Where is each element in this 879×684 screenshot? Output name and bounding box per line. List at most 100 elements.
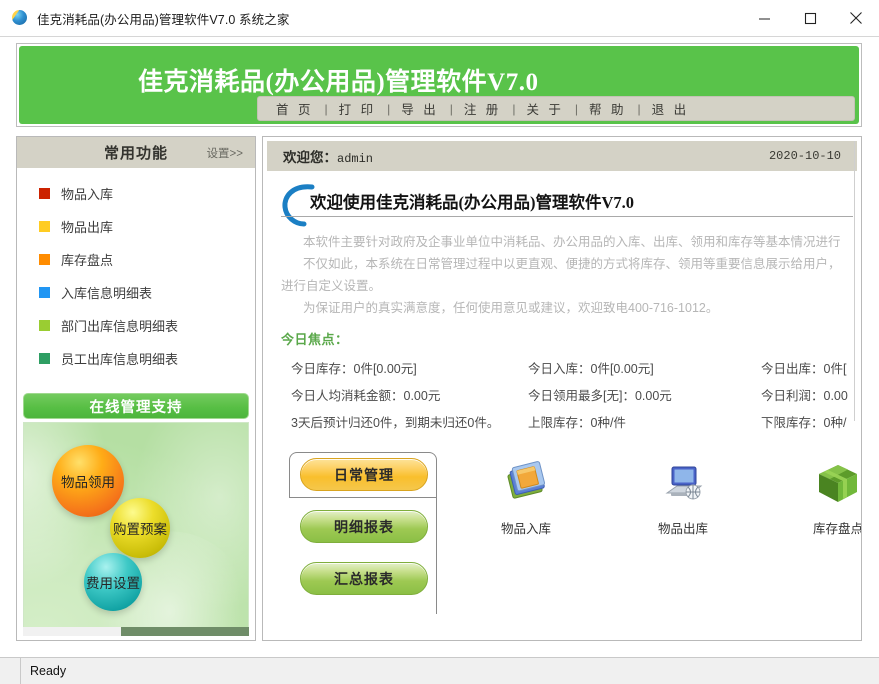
- sidebar-item-label: 物品入库: [61, 184, 113, 203]
- sidebar-header-title: 常用功能: [104, 142, 168, 163]
- menu-separator: |: [504, 102, 523, 116]
- green-open-box-icon: [783, 452, 862, 514]
- focus-column-3: 今日出库：0件[ 今日利润：0.00 下限库存：0种/: [761, 356, 848, 437]
- stat-today-most-requisitioned: 今日领用最多[无]：0.00元: [528, 383, 672, 410]
- title-bar: 佳克消耗品(办公用品)管理软件V7.0 系统之家: [0, 0, 879, 37]
- stat-today-avg-consumption: 今日人均消耗金额：0.00元: [291, 383, 499, 410]
- bubble-purchase-plan[interactable]: 购置预案: [110, 498, 170, 558]
- status-bar-grip: [0, 658, 21, 684]
- globe-icon: [12, 10, 28, 26]
- stat-lower-stock-limit: 下限库存：0种/: [761, 410, 848, 437]
- status-text: Ready: [30, 664, 66, 678]
- sidebar-item-employee-outbound-detail[interactable]: 员工出库信息明细表: [17, 342, 255, 375]
- main-panel-right-rule: [854, 141, 855, 421]
- hero-section: 欢迎使用佳克消耗品(办公用品)管理软件V7.0: [263, 185, 861, 223]
- menu-item-print[interactable]: 打 印: [336, 99, 379, 118]
- shortcut-stocktake[interactable]: 库存盘点: [783, 452, 862, 537]
- menu-separator: |: [379, 102, 398, 116]
- shortcut-label: 物品入库: [471, 518, 581, 537]
- tab-summary-report[interactable]: 汇总报表: [300, 562, 428, 595]
- welcome-text: 欢迎您：admin: [283, 146, 373, 166]
- tab-label: 明细报表: [334, 517, 394, 537]
- sidebar-panel: 常用功能 设置>> 物品入库 物品出库 库存盘点 入库信息明: [16, 136, 256, 641]
- description-block: 本软件主要针对政府及企事业单位中消耗品、办公用品的入库、出库、领用和库存等基本情…: [263, 231, 861, 319]
- stat-today-outbound: 今日出库：0件[: [761, 356, 848, 383]
- hero-title: 欢迎使用佳克消耗品(办公用品)管理软件V7.0: [310, 189, 634, 213]
- sidebar-item-goods-out[interactable]: 物品出库: [17, 210, 255, 243]
- sidebar-item-label: 员工出库信息明细表: [61, 349, 178, 368]
- sidebar-item-dept-outbound-detail[interactable]: 部门出库信息明细表: [17, 309, 255, 342]
- menu-item-home[interactable]: 首 页: [273, 99, 316, 118]
- close-button[interactable]: [833, 0, 879, 36]
- welcome-prefix: 欢迎您：: [283, 150, 337, 165]
- client-area: 佳克消耗品(办公用品)管理软件V7.0 首 页 | 打 印 | 导 出 | 注 …: [0, 36, 879, 657]
- description-line: 为保证用户的真实满意度，任何使用意见或建议，欢迎致电400-716-1012。: [281, 297, 853, 319]
- stat-today-profit: 今日利润：0.00: [761, 383, 848, 410]
- sidebar-item-label: 物品出库: [61, 217, 113, 236]
- sidebar-item-label: 入库信息明细表: [61, 283, 152, 302]
- sidebar-item-label: 库存盘点: [61, 250, 113, 269]
- menu-item-exit[interactable]: 退 出: [649, 99, 692, 118]
- shortcut-goods-inbound[interactable]: 物品入库: [471, 452, 581, 537]
- minimize-button[interactable]: [741, 0, 787, 36]
- shortcut-label: 库存盘点: [783, 518, 862, 537]
- shortcut-goods-outbound[interactable]: 物品出库: [628, 452, 738, 537]
- menu-separator: |: [567, 102, 586, 116]
- description-line: 本软件主要针对政府及企事业单位中消耗品、办公用品的入库、出库、领用和库存等基本情…: [281, 231, 853, 253]
- bubble-label: 物品领用: [61, 471, 115, 491]
- menu-item-export[interactable]: 导 出: [398, 99, 441, 118]
- focus-column-1: 今日库存：0件[0.00元] 今日人均消耗金额：0.00元 3天后预计归还0件，…: [291, 356, 499, 437]
- sidebar-item-inbound-detail[interactable]: 入库信息明细表: [17, 276, 255, 309]
- welcome-username: admin: [337, 152, 373, 166]
- welcome-bar: 欢迎您：admin 2020-10-10: [267, 141, 857, 171]
- app-banner: 佳克消耗品(办公用品)管理软件V7.0 首 页 | 打 印 | 导 出 | 注 …: [16, 43, 862, 127]
- main-content-panel: 欢迎您：admin 2020-10-10 欢迎使用佳克消耗品(办公用品)管理软件…: [262, 136, 862, 641]
- status-bar: Ready: [0, 657, 879, 684]
- menu-item-help[interactable]: 帮 助: [586, 99, 629, 118]
- description-line: 进行自定义设置。: [281, 275, 853, 297]
- tab-group-divider: [436, 497, 437, 614]
- stat-today-inbound: 今日入库：0件[0.00元]: [528, 356, 672, 383]
- bubble-goods-requisition[interactable]: 物品领用: [52, 445, 124, 517]
- description-line: 不仅如此，本系统在日常管理过程中以更直观、便捷的方式将库存、领用等重要信息展示给…: [281, 253, 853, 275]
- online-support-label: 在线管理支持: [90, 396, 183, 417]
- sidebar-item-goods-in[interactable]: 物品入库: [17, 177, 255, 210]
- color-square-icon: [39, 353, 50, 364]
- current-date: 2020-10-10: [769, 149, 841, 163]
- books-stack-icon: [471, 452, 581, 514]
- sidebar-item-label: 部门出库信息明细表: [61, 316, 178, 335]
- tab-group-divider: [289, 497, 437, 498]
- shortcut-icon-row: 物品入库 物品: [453, 452, 853, 572]
- color-square-icon: [39, 287, 50, 298]
- tab-label: 日常管理: [334, 465, 394, 485]
- scrollbar-thumb[interactable]: [121, 627, 249, 636]
- sidebar-settings-link[interactable]: 设置>>: [207, 145, 243, 161]
- tab-detail-report[interactable]: 明细报表: [300, 510, 428, 543]
- sidebar-horizontal-scrollbar[interactable]: [23, 627, 249, 636]
- tab-daily-management[interactable]: 日常管理: [300, 458, 428, 491]
- menu-item-register[interactable]: 注 册: [461, 99, 504, 118]
- sidebar-item-stocktake[interactable]: 库存盘点: [17, 243, 255, 276]
- focus-stats-grid: 今日库存：0件[0.00元] 今日人均消耗金额：0.00元 3天后预计归还0件，…: [263, 356, 861, 440]
- focus-section-title: 今日焦点：: [281, 329, 861, 348]
- window-title: 佳克消耗品(办公用品)管理软件V7.0 系统之家: [37, 9, 289, 28]
- menu-separator: |: [442, 102, 461, 116]
- color-square-icon: [39, 254, 50, 265]
- bottom-section: 日常管理 明细报表 汇总报表: [263, 444, 861, 634]
- vertical-tab-group: 日常管理 明细报表 汇总报表: [289, 452, 439, 614]
- sidebar-header: 常用功能 设置>>: [17, 137, 255, 168]
- hero-divider: [281, 216, 853, 217]
- menu-separator: |: [630, 102, 649, 116]
- maximize-button[interactable]: [787, 0, 833, 36]
- stat-today-stock: 今日库存：0件[0.00元]: [291, 356, 499, 383]
- main-menu-bar: 首 页 | 打 印 | 导 出 | 注 册 | 关 于 | 帮 助 | 退 出: [257, 96, 855, 121]
- bubble-shortcut-area: 物品领用 购置预案 费用设置: [23, 422, 249, 632]
- tab-label: 汇总报表: [334, 569, 394, 589]
- bubble-cost-settings[interactable]: 费用设置: [84, 553, 142, 611]
- bubble-label: 费用设置: [86, 572, 140, 592]
- color-square-icon: [39, 320, 50, 331]
- stat-upper-stock-limit: 上限库存：0种/件: [528, 410, 672, 437]
- menu-item-about[interactable]: 关 于: [523, 99, 566, 118]
- online-support-button[interactable]: 在线管理支持: [23, 393, 249, 419]
- bubble-label: 购置预案: [113, 518, 167, 538]
